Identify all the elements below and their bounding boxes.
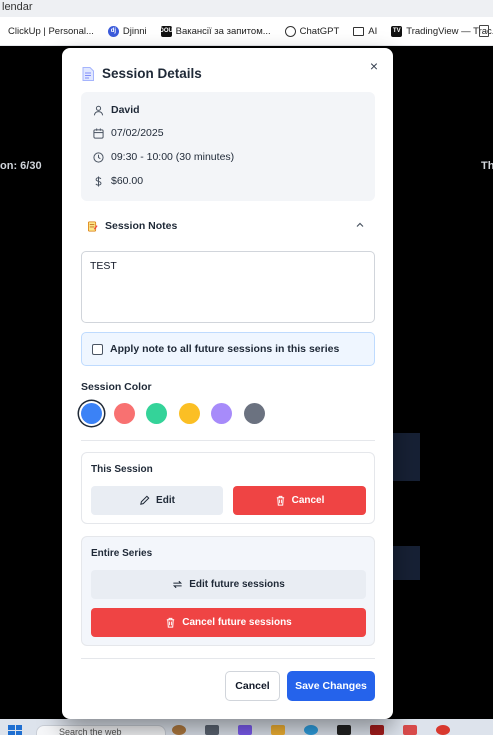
taskbar-app-icon[interactable] xyxy=(436,725,450,735)
time-row: 09:30 - 10:00 (30 minutes) xyxy=(93,151,234,163)
bookmark-clickup[interactable]: ClickUp | Personal... xyxy=(8,26,94,37)
taskbar-app-icon[interactable] xyxy=(238,725,252,735)
color-swatch-gray[interactable] xyxy=(243,403,265,424)
apply-to-series-option[interactable]: Apply note to all future sessions in thi… xyxy=(81,332,375,366)
client-row: David xyxy=(93,104,140,116)
session-price: $60.00 xyxy=(111,175,144,187)
notes-icon xyxy=(88,221,98,231)
divider xyxy=(81,658,375,659)
color-swatch-red[interactable] xyxy=(113,403,135,424)
session-notes-title: Session Notes xyxy=(105,220,178,232)
edit-session-label: Edit xyxy=(156,495,175,506)
cancel-button[interactable]: Cancel xyxy=(225,671,280,701)
djinni-icon: dj xyxy=(107,25,119,37)
client-name: David xyxy=(111,104,140,116)
cancel-future-sessions-button[interactable]: Cancel future sessions xyxy=(91,608,366,637)
edit-session-button[interactable]: Edit xyxy=(91,486,223,515)
repeat-icon xyxy=(173,580,183,589)
session-details-modal: Session Details × David 07/02/2025 09:30… xyxy=(62,48,393,719)
calendar-icon xyxy=(93,127,104,139)
trash-icon xyxy=(276,495,284,506)
dollar-icon xyxy=(95,175,102,187)
bookmark-dou[interactable]: DOU Вакансії за запитом... xyxy=(159,25,271,37)
apply-to-series-label: Apply note to all future sessions in thi… xyxy=(110,343,340,355)
bookmarks-bar: ClickUp | Personal... dj Djinni DOU Вака… xyxy=(0,17,493,46)
background-day-label: Th xyxy=(481,160,493,172)
modal-title: Session Details xyxy=(102,66,202,81)
bookmark-label: ChatGPT xyxy=(299,25,340,37)
session-date: 07/02/2025 xyxy=(111,127,164,139)
document-icon xyxy=(82,66,94,81)
tradingview-icon: TV xyxy=(391,25,403,37)
session-notes-header[interactable]: Session Notes xyxy=(87,220,177,232)
background-date-label: on: 6/30 xyxy=(0,160,42,172)
bookmark-label: Вакансії за запитом... xyxy=(175,25,271,37)
folder-icon xyxy=(353,26,365,36)
clock-icon xyxy=(93,151,104,163)
os-taskbar: Search the web xyxy=(0,719,493,735)
color-swatch-purple[interactable] xyxy=(211,403,232,424)
chatgpt-icon xyxy=(284,25,296,37)
color-swatch-green[interactable] xyxy=(146,403,167,424)
price-row: $60.00 xyxy=(93,175,143,187)
session-time: 09:30 - 10:00 (30 minutes) xyxy=(111,151,235,163)
this-session-section: This Session Edit Cancel xyxy=(81,452,375,524)
dou-icon: DOU xyxy=(159,25,173,37)
pencil-icon xyxy=(140,495,150,505)
apply-to-series-checkbox[interactable] xyxy=(92,343,103,355)
taskbar-app-icon[interactable] xyxy=(205,725,219,735)
modal-header: Session Details xyxy=(82,66,202,81)
color-swatch-blue[interactable] xyxy=(81,403,102,424)
cancel-future-sessions-label: Cancel future sessions xyxy=(182,617,292,628)
bookmark-label: AI xyxy=(368,25,378,37)
bookmark-chatgpt[interactable]: ChatGPT xyxy=(284,25,340,37)
save-changes-button[interactable]: Save Changes xyxy=(287,671,375,701)
background-event-block xyxy=(392,546,420,580)
taskbar-app-icon[interactable] xyxy=(403,725,417,735)
taskbar-app-icon[interactable] xyxy=(337,725,351,735)
browser-tab-title: lendar xyxy=(0,0,493,17)
taskbar-app-icon[interactable] xyxy=(172,725,186,735)
taskbar-app-icon[interactable] xyxy=(370,725,384,735)
user-icon xyxy=(93,105,104,115)
bookmark-label: ClickUp | Personal... xyxy=(8,25,94,37)
edit-future-sessions-button[interactable]: Edit future sessions xyxy=(91,570,366,599)
color-swatch-yellow[interactable] xyxy=(178,403,200,424)
bookmark-folder-ai[interactable]: AI xyxy=(353,26,377,37)
divider xyxy=(81,440,375,441)
session-color-label: Session Color xyxy=(81,381,152,393)
chevron-up-icon[interactable] xyxy=(355,220,365,230)
windows-start-icon[interactable] xyxy=(8,725,22,735)
cancel-session-button[interactable]: Cancel xyxy=(233,486,366,515)
this-session-title: This Session xyxy=(91,464,153,475)
bookmarks-folder-icon[interactable] xyxy=(479,25,489,37)
taskbar-folder-icon[interactable] xyxy=(271,725,285,735)
close-button[interactable]: × xyxy=(367,59,381,73)
cancel-session-label: Cancel xyxy=(291,495,325,506)
bookmark-tradingview[interactable]: TV TradingView — Trac... xyxy=(391,25,493,37)
entire-series-section: Entire Series Edit future sessions Cance… xyxy=(81,536,375,646)
taskbar-browser-icon[interactable] xyxy=(304,725,318,735)
bookmark-label: Djinni xyxy=(122,25,147,37)
background-event-block xyxy=(392,433,420,481)
trash-icon xyxy=(167,617,175,628)
entire-series-title: Entire Series xyxy=(91,548,153,559)
date-row: 07/02/2025 xyxy=(93,127,164,139)
taskbar-search-input[interactable]: Search the web xyxy=(36,725,166,735)
edit-future-sessions-label: Edit future sessions xyxy=(189,579,285,590)
session-info-card: David 07/02/2025 09:30 - 10:00 (30 minut… xyxy=(81,92,375,201)
bookmark-djinni[interactable]: dj Djinni xyxy=(107,25,147,37)
color-swatch-list xyxy=(81,403,276,424)
session-notes-textarea[interactable]: TEST xyxy=(81,251,375,323)
